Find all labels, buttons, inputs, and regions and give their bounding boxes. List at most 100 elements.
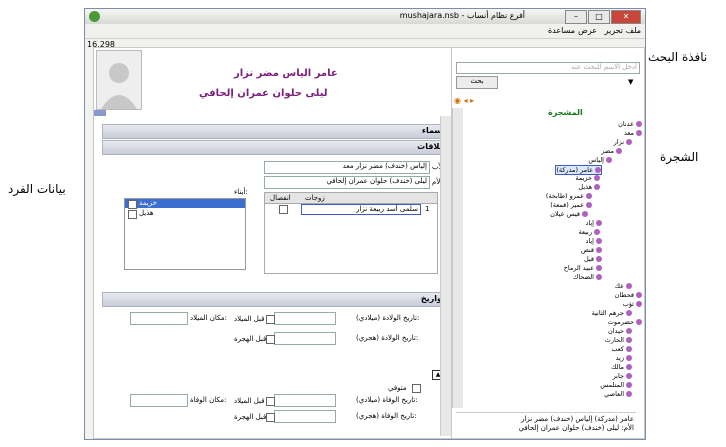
tree-node[interactable]: خزيمة	[575, 174, 600, 182]
person-node-icon	[626, 310, 632, 316]
person-panel: عامر الياس مضر نزار ليلى حلوان عمران إلح…	[93, 47, 453, 439]
child-item-1[interactable]: خزيمة	[125, 199, 245, 208]
tree-root[interactable]: المشجرة	[548, 108, 583, 117]
close-button[interactable]: ✕	[611, 10, 641, 24]
birth-hijri-field[interactable]	[274, 332, 336, 345]
status-panel: عامر (مدركة) إلياس (خندف) مضر نزار الأم:…	[456, 412, 636, 435]
death-greg-field[interactable]	[274, 394, 336, 407]
collapse-icon[interactable]	[94, 110, 106, 116]
separation-header: انفصال	[270, 194, 291, 202]
person-node-icon	[626, 283, 632, 289]
tree-node[interactable]: قنص	[581, 246, 602, 254]
birth-greg-field[interactable]	[274, 312, 336, 325]
window-title: mushajara.nsb - أفرع نظام أنساب	[399, 11, 525, 20]
person-node-icon	[626, 355, 632, 361]
menu-view[interactable]: عرض	[578, 26, 597, 35]
before-greg-checkbox-1[interactable]	[266, 315, 275, 324]
death-place-field[interactable]	[130, 394, 188, 407]
tree-node[interactable]: ثؤب	[623, 300, 642, 308]
menu-help[interactable]: مساعدة	[548, 26, 575, 35]
maximize-button[interactable]: □	[588, 10, 610, 24]
search-input[interactable]: أدخل الاسم للبحث عنه	[456, 62, 640, 74]
person-scrollbar[interactable]	[440, 116, 451, 436]
minimize-button[interactable]: –	[565, 10, 587, 24]
death-hijri-field[interactable]	[274, 410, 336, 423]
person-node-icon	[626, 328, 632, 334]
deceased-checkbox[interactable]	[412, 384, 421, 393]
tree-node[interactable]: حضرموت	[608, 318, 642, 326]
nav-icons[interactable]: ◉ ◂ ▸	[454, 96, 474, 105]
tree-node[interactable]: نزار	[614, 138, 632, 146]
title-bar: mushajara.nsb - أفرع نظام أنساب – □ ✕	[85, 9, 645, 24]
names-section[interactable]: أسماء	[102, 124, 452, 139]
tree-scrollbar[interactable]	[452, 108, 463, 408]
menu-bar: ملف تحرير عرض مساعدة	[85, 25, 645, 39]
menu-edit[interactable]: تحرير	[605, 26, 623, 35]
child-checkbox-2[interactable]	[128, 210, 137, 219]
before-hijri-checkbox-2[interactable]	[266, 413, 275, 422]
tree-node[interactable]: ربيعة	[578, 228, 600, 236]
tree-node[interactable]: العاصي	[604, 390, 632, 398]
death-greg-label: تاريخ الوفاة (ميلادي):	[356, 396, 418, 404]
father-field[interactable]: إلياس (خندف) مضر نزار معد	[264, 161, 430, 174]
tree-node[interactable]: قحطان	[615, 291, 642, 299]
person-node-icon	[636, 301, 642, 307]
tree-node[interactable]: إياد	[586, 237, 602, 245]
birth-place-field[interactable]	[130, 312, 188, 325]
before-hijri-checkbox-1[interactable]	[266, 335, 275, 344]
tree-node[interactable]: هذيل	[578, 183, 600, 191]
relations-section[interactable]: علاقات	[102, 140, 452, 155]
person-node-icon	[626, 382, 632, 388]
tree-node[interactable]: عمير (قمعة)	[550, 201, 592, 209]
death-place-label: مكان الوفاة:	[190, 396, 227, 404]
tree-node[interactable]: عك	[615, 282, 632, 290]
person-photo	[96, 50, 142, 110]
person-node-icon	[594, 184, 600, 190]
person-node-icon	[595, 167, 601, 173]
children-label: أبناء:	[234, 188, 248, 196]
tree-label: الشجرة	[660, 150, 699, 164]
spouse-row[interactable]: سلمى أسد ربيعة نزار	[301, 204, 421, 215]
person-node-icon	[636, 121, 642, 127]
before-greg-checkbox-2[interactable]	[266, 397, 275, 406]
tree-node[interactable]: جابر	[613, 372, 632, 380]
tree-node[interactable]: عدنان	[618, 120, 642, 128]
person-node-icon	[626, 364, 632, 370]
tree-node[interactable]: زيد	[616, 354, 632, 362]
tree-node[interactable]: إياد	[586, 219, 602, 227]
tree-node[interactable]: إلياس	[588, 156, 612, 164]
status-line-1: عامر (مدركة) إلياس (خندف) مضر نزار	[521, 415, 634, 423]
tree-node[interactable]: الحارث	[605, 336, 632, 344]
person-node-icon	[596, 265, 602, 271]
tree-node[interactable]: الضحاك	[573, 273, 602, 281]
menu-file[interactable]: ملف	[626, 26, 641, 35]
tree-node[interactable]: مضر	[601, 147, 622, 155]
tree-node[interactable]: عمرو (طابخة)	[546, 192, 592, 200]
deceased-label: متوفي	[388, 384, 407, 392]
dropdown-arrow-icon[interactable]: ▼	[628, 78, 633, 86]
person-silhouette-icon	[101, 63, 137, 109]
child-checkbox-1[interactable]	[128, 200, 137, 209]
person-node-icon	[596, 256, 602, 262]
separation-checkbox[interactable]	[279, 205, 288, 214]
person-node-icon	[616, 148, 622, 154]
tree-node[interactable]: جرهم الثانية	[592, 309, 632, 317]
dates-section[interactable]: تواريخ	[102, 292, 452, 307]
person-node-icon	[626, 373, 632, 379]
status-line-2: الأم: ليلى (خندف) حلوان عمران إلحافي	[518, 424, 634, 432]
person-node-icon	[596, 274, 602, 280]
search-button[interactable]: بحث	[456, 76, 498, 89]
mother-field[interactable]: ليلى (خندف) حلوان عمران إلحافي	[264, 176, 430, 189]
tree-node[interactable]: المتلمس	[600, 381, 632, 389]
tree-node[interactable]: قيس عيلان	[550, 210, 588, 218]
child-item-2[interactable]: هذيل	[139, 209, 154, 217]
tree-node[interactable]: قيل	[584, 255, 602, 263]
tree-node[interactable]: مالك	[611, 363, 632, 371]
person-data-label: بيانات الفرد	[8, 182, 66, 196]
tree-node[interactable]: حيدان	[608, 327, 632, 335]
tree-node[interactable]: كعب	[611, 345, 632, 353]
tree-node[interactable]: معد	[624, 129, 642, 137]
person-node-icon	[596, 238, 602, 244]
person-node-icon	[636, 292, 642, 298]
tree-node[interactable]: عبيد الرماح	[564, 264, 602, 272]
